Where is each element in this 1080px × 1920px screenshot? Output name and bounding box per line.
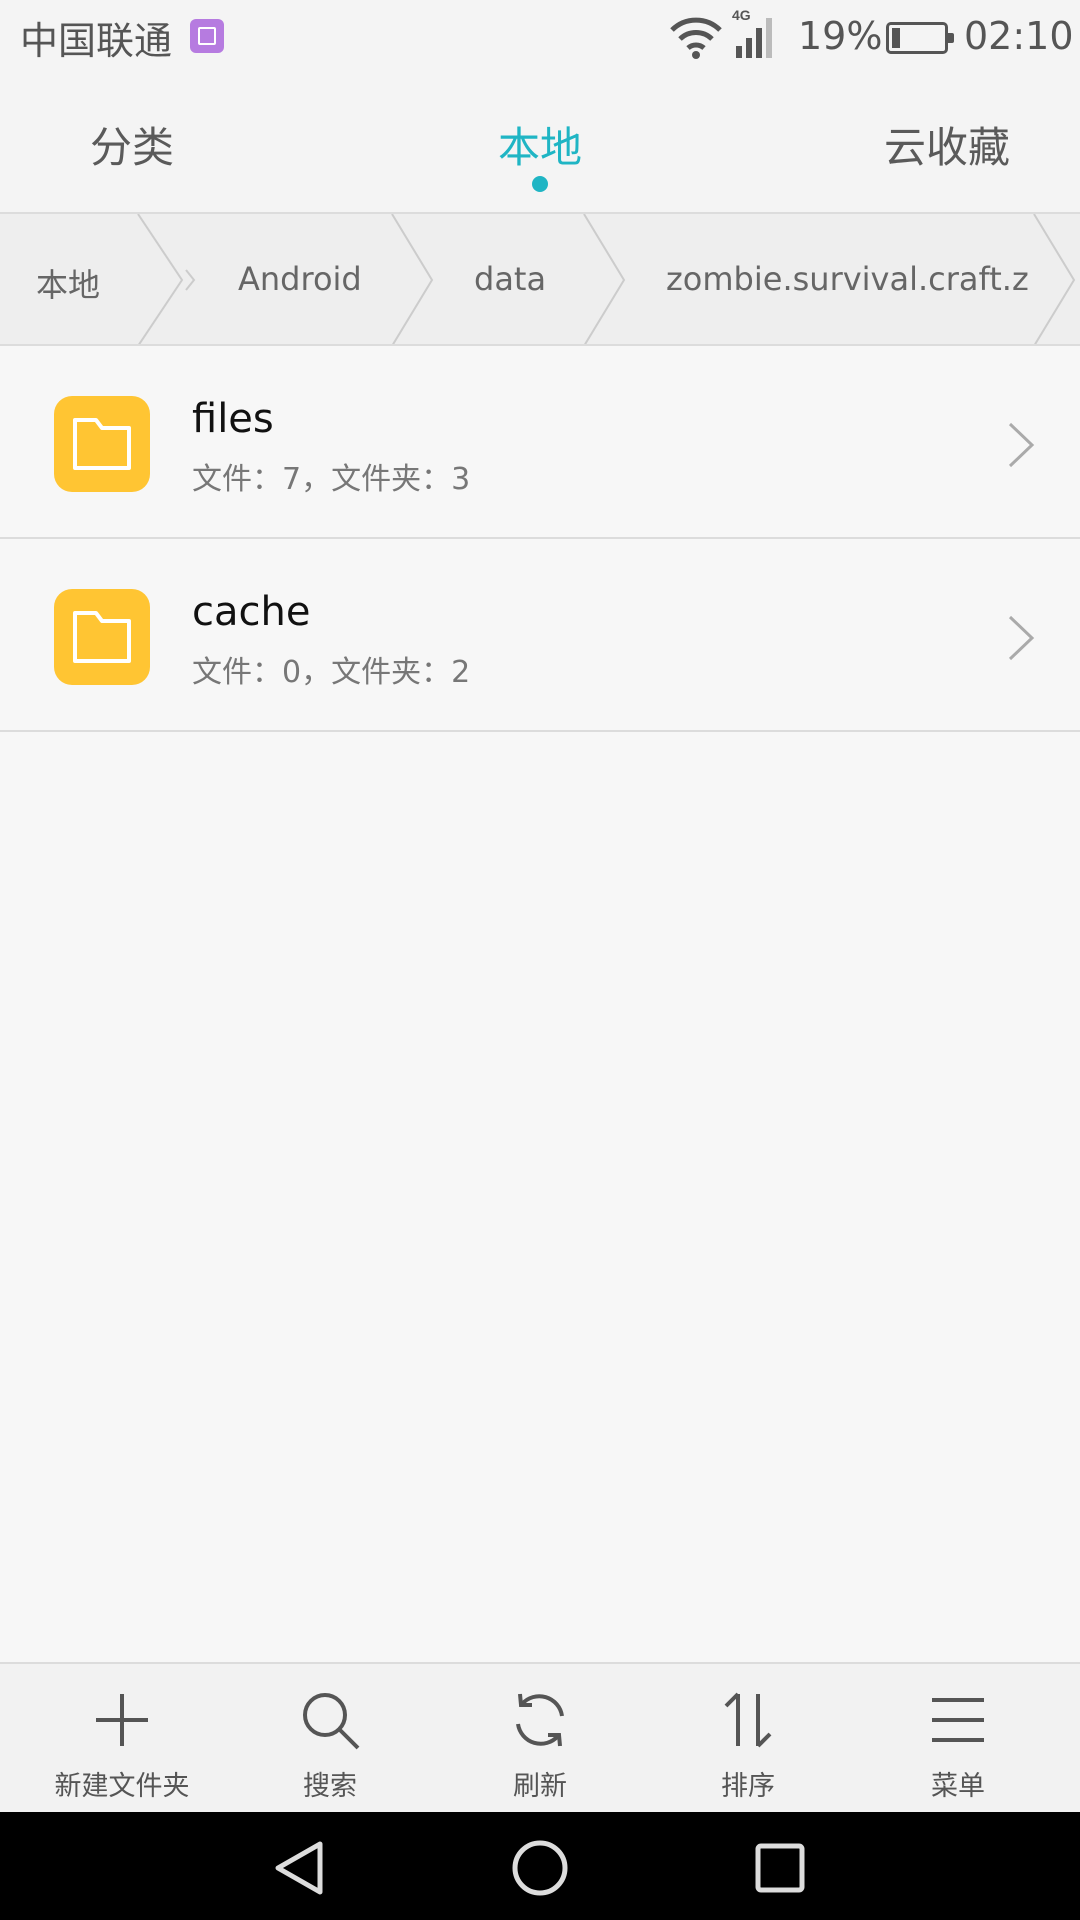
search-icon [303,1693,360,1750]
item-name: files [192,396,274,442]
refresh-label: 刷新 [513,1771,567,1802]
breadcrumb-item-local[interactable]: 本地 [36,260,100,306]
folder-icon [54,589,150,685]
sort-label: 排序 [721,1771,775,1802]
breadcrumb: 本地 Android data zombie.survival.craft.z [0,214,1080,346]
breadcrumb-separator-icon [137,214,196,344]
cellular-signal-icon: 4G [732,7,772,58]
new-folder-button[interactable]: 新建文件夹 [22,1664,222,1814]
navigation-bar [0,1812,1080,1920]
item-meta: 文件：7，文件夹：3 [192,462,471,497]
recents-icon[interactable] [750,1838,810,1898]
new-folder-label: 新建文件夹 [54,1771,190,1802]
tab-category[interactable]: 分类 [90,114,174,175]
item-name: cache [192,589,311,635]
clock: 02:10 [964,14,1074,58]
breadcrumb-separator-icon [583,214,626,344]
status-bar: 中国联通 4G 19% 02:10 [0,0,1080,74]
carrier-name: 中国联通 [20,19,173,63]
chevron-right-icon [1008,615,1035,661]
gallery-notification-icon [190,19,224,53]
back-icon[interactable] [270,1838,330,1898]
tab-local[interactable]: 本地 [498,114,582,175]
refresh-button[interactable]: 刷新 [440,1664,640,1814]
chevron-right-icon [1008,422,1035,468]
refresh-icon [516,1693,564,1747]
breadcrumb-separator-icon [1033,214,1076,344]
breadcrumb-separator-icon [391,214,434,344]
folder-icon [54,396,150,492]
list-item[interactable]: cache 文件：0，文件夹：2 [0,539,1080,732]
search-label: 搜索 [303,1771,357,1802]
list-item[interactable]: files 文件：7，文件夹：3 [0,346,1080,539]
active-tab-indicator [532,176,548,192]
file-list: files 文件：7，文件夹：3 cache 文件：0，文件夹：2 [0,346,1080,732]
breadcrumb-item-data[interactable]: data [474,260,546,298]
breadcrumb-item-android[interactable]: Android [238,260,362,298]
menu-button[interactable]: 菜单 [858,1664,1058,1814]
sort-button[interactable]: 排序 [648,1664,848,1814]
svg-text:4G: 4G [732,7,751,23]
wifi-icon [670,17,722,59]
menu-icon [932,1698,984,1742]
plus-icon [96,1694,148,1746]
menu-label: 菜单 [931,1771,985,1802]
bottom-toolbar: 新建文件夹 搜索 刷新 排序 菜单 [0,1662,1080,1812]
battery-percentage: 19% [798,14,883,58]
tab-bar: 分类 本地 云收藏 [0,74,1080,214]
search-button[interactable]: 搜索 [230,1664,430,1814]
breadcrumb-item-package[interactable]: zombie.survival.craft.z [666,260,1029,298]
tab-cloud-favorites[interactable]: 云收藏 [884,114,1010,175]
home-icon[interactable] [510,1838,570,1898]
battery-icon [886,22,954,54]
item-meta: 文件：0，文件夹：2 [192,655,471,690]
sort-icon [724,1692,772,1748]
